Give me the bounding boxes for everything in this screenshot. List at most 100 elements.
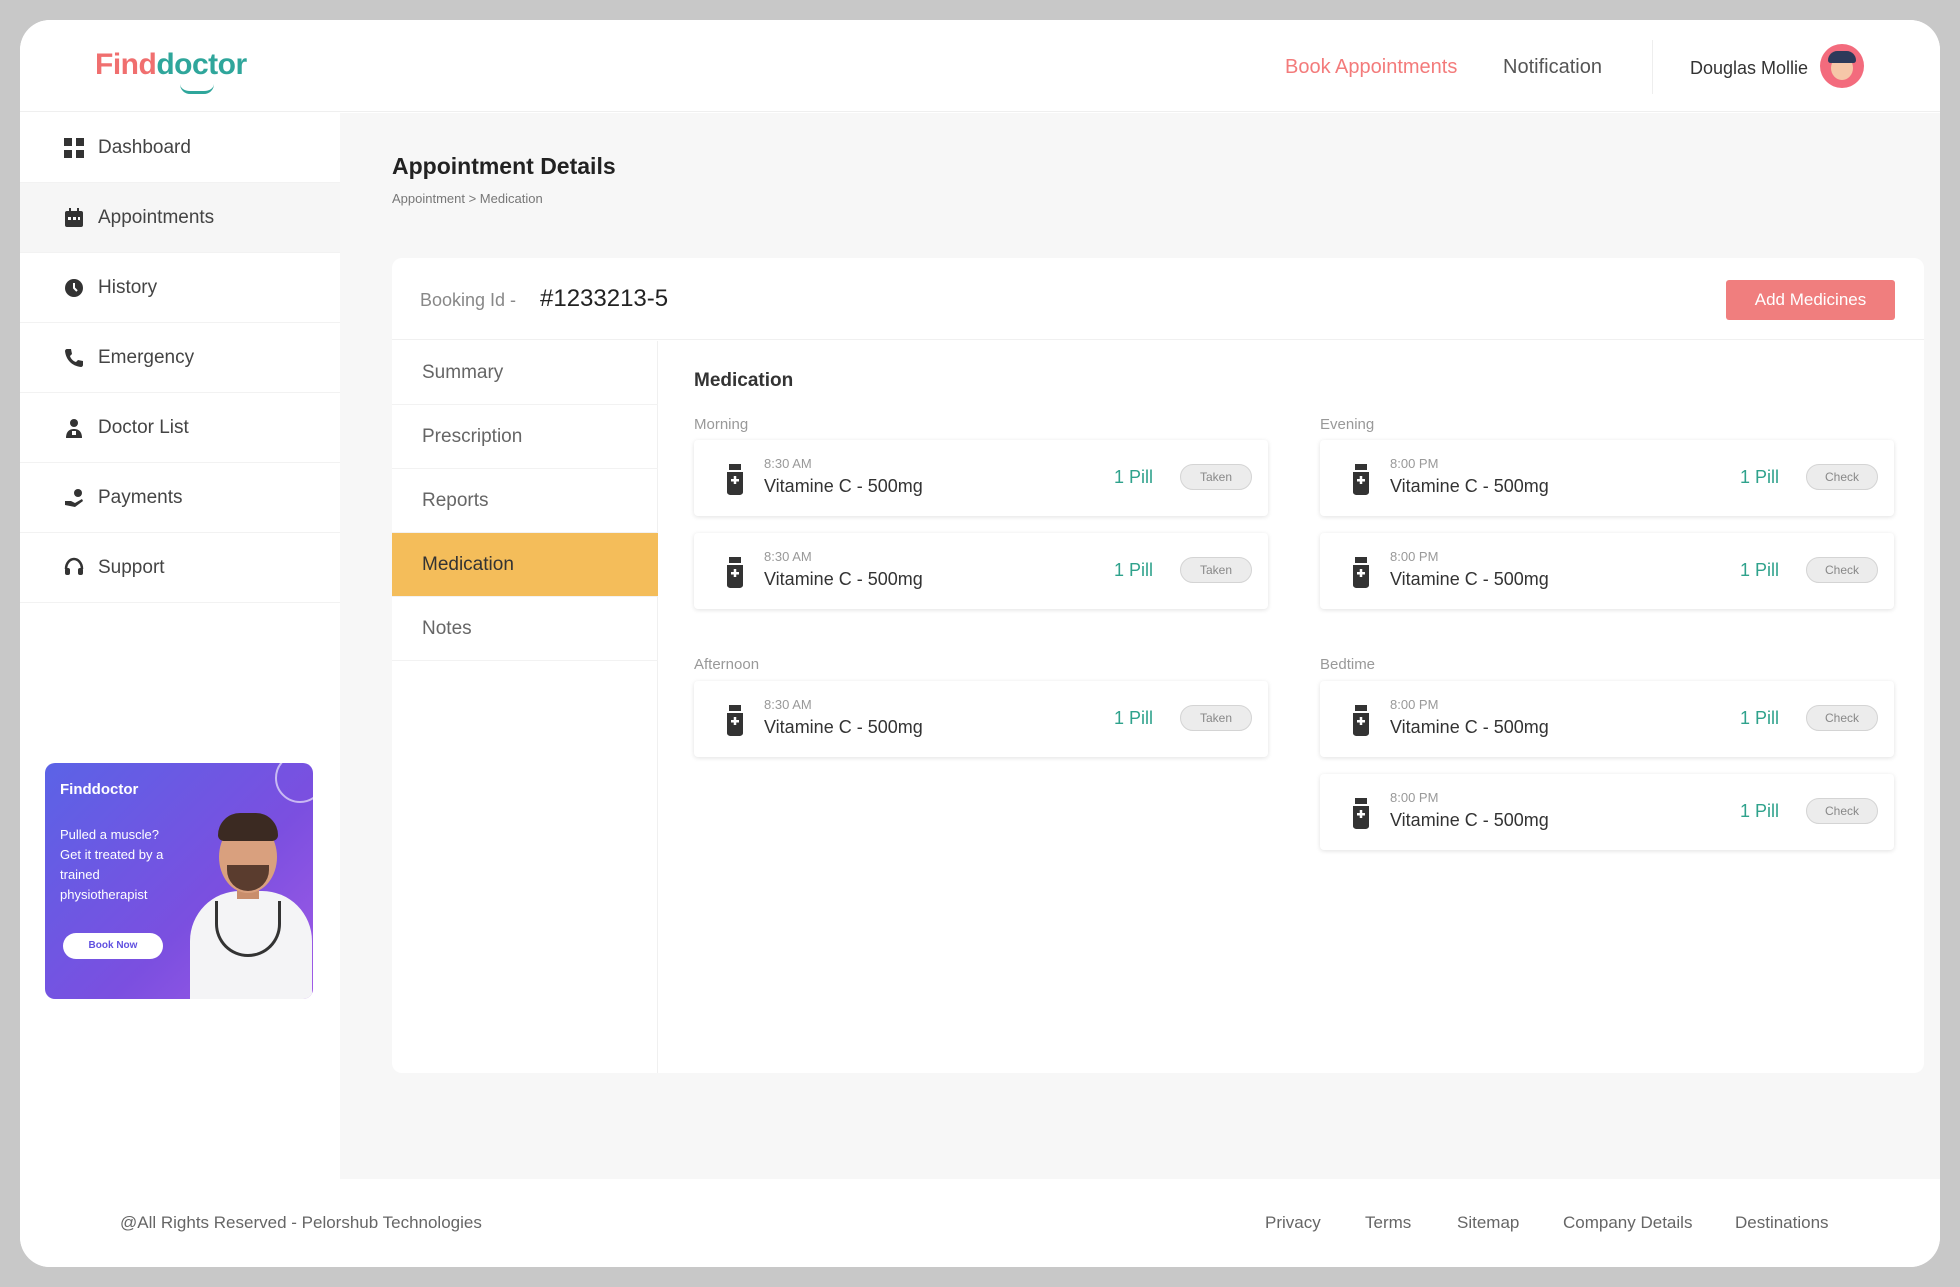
footer-link-company-details[interactable]: Company Details xyxy=(1563,1213,1692,1233)
booking-id-label: Booking Id - xyxy=(420,290,517,310)
tab-reports[interactable]: Reports xyxy=(392,469,658,533)
med-name: Vitamine C - 500mg xyxy=(1390,476,1549,496)
book-appointments-link[interactable]: Book Appointments xyxy=(1285,56,1457,79)
status-badge[interactable]: Check xyxy=(1806,557,1878,583)
add-medicines-button[interactable]: Add Medicines xyxy=(1726,280,1895,320)
sidebar-item-label: Doctor List xyxy=(98,416,189,438)
doctor-illustration xyxy=(185,813,313,999)
sidebar-item-label: Appointments xyxy=(98,206,215,228)
logo-text-doctor: doctor xyxy=(156,48,247,81)
banner-book-button[interactable]: Book Now xyxy=(63,933,163,959)
footer-link-privacy[interactable]: Privacy xyxy=(1265,1213,1321,1233)
calendar-icon xyxy=(62,206,86,230)
med-name: Vitamine C - 500mg xyxy=(764,717,923,737)
medication-item[interactable]: 8:30 AM Vitamine C - 500mg 1 Pill Taken xyxy=(694,533,1268,609)
sidebar-item-support[interactable]: Support xyxy=(20,533,340,603)
medication-title: Medication xyxy=(694,370,794,391)
pill-bottle-icon xyxy=(727,705,743,736)
medication-item[interactable]: 8:30 AM Vitamine C - 500mg 1 Pill Taken xyxy=(694,440,1268,516)
logo-swoosh-icon xyxy=(180,84,214,94)
med-time: 8:30 AM xyxy=(764,697,812,712)
sidebar-item-label: Dashboard xyxy=(98,136,191,158)
sidebar-item-label: Emergency xyxy=(98,346,195,368)
medication-item[interactable]: 8:30 AM Vitamine C - 500mg 1 Pill Taken xyxy=(694,681,1268,757)
top-header: Finddoctor Book Appointments Notificatio… xyxy=(20,20,1940,112)
tab-summary[interactable]: Summary xyxy=(392,341,658,405)
main-content: Appointment Details Appointment > Medica… xyxy=(340,113,1940,1179)
pill-bottle-icon xyxy=(1353,464,1369,495)
app-window: Finddoctor Book Appointments Notificatio… xyxy=(20,20,1940,1267)
pill-bottle-icon xyxy=(1353,705,1369,736)
med-time: 8:00 PM xyxy=(1390,549,1439,564)
sidebar-item-label: Support xyxy=(98,556,165,578)
sidebar-item-dashboard[interactable]: Dashboard xyxy=(20,113,340,183)
medication-item[interactable]: 8:00 PM Vitamine C - 500mg 1 Pill Check xyxy=(1320,774,1894,850)
copyright-text: @All Rights Reserved - Pelorshub Technol… xyxy=(120,1213,482,1232)
med-time: 8:00 PM xyxy=(1390,456,1439,471)
tab-medication[interactable]: Medication xyxy=(392,533,658,597)
pill-bottle-icon xyxy=(1353,557,1369,588)
phone-icon xyxy=(62,346,86,370)
status-badge[interactable]: Taken xyxy=(1180,705,1252,731)
med-qty: 1 Pill xyxy=(1740,467,1780,487)
medication-item[interactable]: 8:00 PM Vitamine C - 500mg 1 Pill Check xyxy=(1320,533,1894,609)
tab-notes[interactable]: Notes xyxy=(392,597,658,661)
medication-item[interactable]: 8:00 PM Vitamine C - 500mg 1 Pill Check xyxy=(1320,681,1894,757)
sidebar-item-payments[interactable]: Payments xyxy=(20,463,340,533)
avatar[interactable] xyxy=(1820,44,1864,88)
sidebar-item-doctor-list[interactable]: Doctor List xyxy=(20,393,340,463)
status-badge[interactable]: Taken xyxy=(1180,557,1252,583)
med-qty: 1 Pill xyxy=(1740,708,1780,728)
medication-item[interactable]: 8:00 PM Vitamine C - 500mg 1 Pill Check xyxy=(1320,440,1894,516)
footer-link-sitemap[interactable]: Sitemap xyxy=(1457,1213,1519,1233)
pill-bottle-icon xyxy=(727,464,743,495)
tab-prescription[interactable]: Prescription xyxy=(392,405,658,469)
med-time: 8:30 AM xyxy=(764,456,812,471)
logo-text-find: Find xyxy=(95,48,157,81)
doctor-icon xyxy=(62,416,86,440)
banner-text: Pulled a muscle? Get it treated by a tra… xyxy=(60,827,164,902)
med-qty: 1 Pill xyxy=(1114,708,1154,728)
clock-icon xyxy=(62,276,86,300)
banner-logo: Finddoctor xyxy=(60,781,139,798)
med-qty: 1 Pill xyxy=(1114,560,1154,580)
section-label-morning: Morning xyxy=(694,416,749,433)
card-header: Booking Id - #1233213-5 Add Medicines xyxy=(392,258,1924,340)
med-name: Vitamine C - 500mg xyxy=(764,476,923,496)
med-qty: 1 Pill xyxy=(1740,801,1780,821)
footer-link-terms[interactable]: Terms xyxy=(1365,1213,1411,1233)
status-badge[interactable]: Check xyxy=(1806,705,1878,731)
sidebar-item-history[interactable]: History xyxy=(20,253,340,323)
section-label-afternoon: Afternoon xyxy=(694,656,760,673)
headset-icon xyxy=(62,556,86,580)
med-name: Vitamine C - 500mg xyxy=(1390,810,1549,830)
decorative-circle xyxy=(275,763,313,803)
promo-banner[interactable]: Finddoctor Pulled a muscle? Get it treat… xyxy=(45,763,313,999)
grid-icon xyxy=(62,136,86,160)
logo[interactable]: Finddoctor xyxy=(95,48,247,82)
status-badge[interactable]: Taken xyxy=(1180,464,1252,490)
footer-link-destinations[interactable]: Destinations xyxy=(1735,1213,1829,1233)
sidebar-item-emergency[interactable]: Emergency xyxy=(20,323,340,393)
pill-bottle-icon xyxy=(727,557,743,588)
pill-bottle-icon xyxy=(1353,798,1369,829)
section-label-evening: Evening xyxy=(1320,416,1375,433)
sidebar-item-appointments[interactable]: Appointments xyxy=(20,183,348,253)
med-time: 8:00 PM xyxy=(1390,790,1439,805)
appointment-card: Booking Id - #1233213-5 Add Medicines Su… xyxy=(392,258,1924,1073)
sidebar: Dashboard Appointments History Emergency… xyxy=(20,113,348,1179)
status-badge[interactable]: Check xyxy=(1806,798,1878,824)
sidebar-item-label: History xyxy=(98,276,158,298)
page-title: Appointment Details xyxy=(392,153,616,179)
booking-id-value: #1233213-5 xyxy=(540,285,669,312)
user-name[interactable]: Douglas Mollie xyxy=(1690,58,1808,79)
avatar-hair xyxy=(1828,51,1856,63)
med-qty: 1 Pill xyxy=(1740,560,1780,580)
med-time: 8:30 AM xyxy=(764,549,812,564)
breadcrumb[interactable]: Appointment > Medication xyxy=(392,191,543,206)
notification-link[interactable]: Notification xyxy=(1503,56,1602,79)
status-badge[interactable]: Check xyxy=(1806,464,1878,490)
med-qty: 1 Pill xyxy=(1114,467,1154,487)
med-name: Vitamine C - 500mg xyxy=(1390,569,1549,589)
section-label-bedtime: Bedtime xyxy=(1320,656,1376,673)
